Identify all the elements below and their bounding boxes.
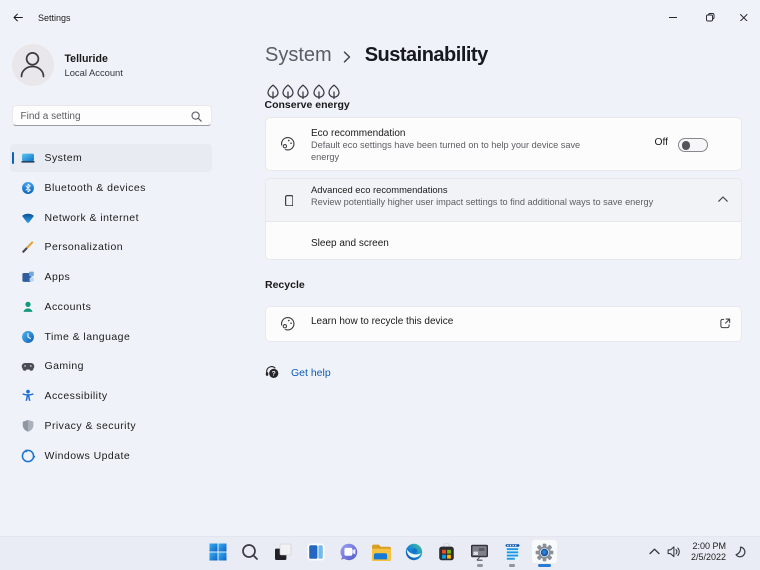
svg-text:?: ? (272, 371, 276, 378)
